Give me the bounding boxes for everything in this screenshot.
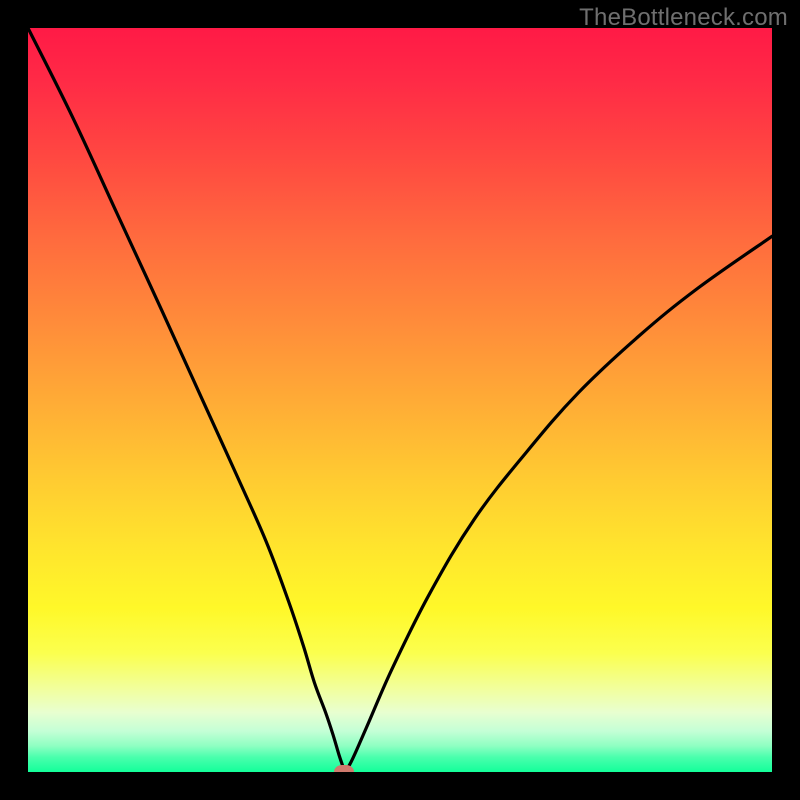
curve-svg [28, 28, 772, 772]
chart-frame: TheBottleneck.com [0, 0, 800, 800]
watermark-text: TheBottleneck.com [579, 4, 788, 32]
optimum-marker [334, 765, 354, 772]
bottleneck-curve [28, 28, 772, 772]
plot-area [28, 28, 772, 772]
